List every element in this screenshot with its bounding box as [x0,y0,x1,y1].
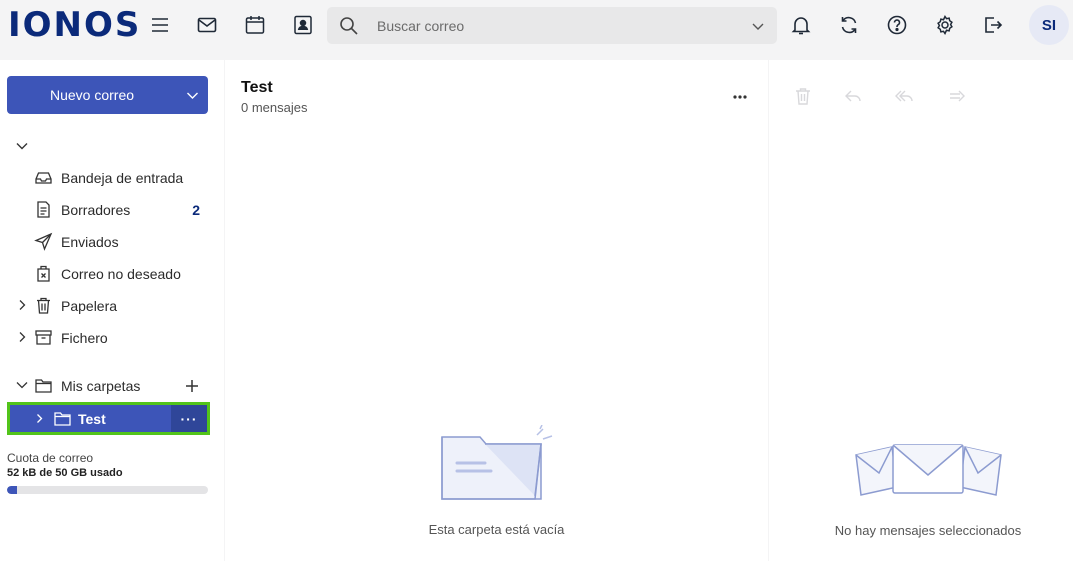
chevron-down-icon[interactable] [15,139,29,153]
reply-icon[interactable] [843,86,863,106]
quota-label: Cuota de correo [7,451,94,465]
archive-icon [34,328,53,347]
sidebar: Nuevo correo Bandeja de entrada Borrador… [0,60,224,561]
new-mail-label: Nuevo correo [49,87,135,103]
folder-title: Test [241,79,273,96]
folder-archive[interactable]: Fichero [0,324,224,352]
folder-inbox[interactable]: Bandeja de entrada [0,164,224,192]
chevron-right-icon[interactable] [34,413,45,424]
mail-icon[interactable] [196,14,218,36]
trash-icon[interactable] [793,86,813,106]
unread-count-badge: 2 [192,202,200,218]
top-bar: IONOS SI [0,0,1073,52]
quota-progress-bar [7,486,208,494]
message-count: 0 mensajes [241,100,308,115]
folder-label: Borradores [61,202,131,218]
ionos-logo[interactable]: IONOS [8,8,141,42]
folder-label: Papelera [61,298,118,314]
folder-label: Bandeja de entrada [61,170,184,186]
my-folders-label: Mis carpetas [61,378,141,394]
spam-icon [34,264,53,283]
folder-label: Enviados [61,234,119,250]
bell-icon[interactable] [790,14,812,36]
folder-drafts[interactable]: Borradores 2 [0,196,224,224]
refresh-icon[interactable] [838,14,860,36]
quota-value: 52 kB de 50 GB usado [7,467,123,479]
chevron-down-icon[interactable] [751,19,765,33]
draft-icon [34,200,53,219]
folder-label: Correo no deseado [61,266,181,282]
menu-icon[interactable] [149,14,171,36]
folder-icon [53,409,72,428]
folder-test-selected[interactable]: Test ··· [7,402,210,435]
more-options-icon[interactable] [732,94,748,100]
message-list-pane: Test 0 mensajes Esta carpeta está vacía [225,60,768,561]
logout-icon[interactable] [982,14,1004,36]
gear-icon[interactable] [934,14,956,36]
reply-all-icon[interactable] [894,86,914,106]
folder-sent[interactable]: Enviados [0,228,224,256]
chevron-down-icon[interactable] [186,89,199,102]
reading-pane: No hay mensajes seleccionados [769,60,1073,561]
folder-label: Test [78,411,106,427]
folder-icon [34,376,53,395]
empty-folder-text: Esta carpeta está vacía [428,522,565,537]
folder-more-button[interactable]: ··· [171,405,207,432]
chevron-right-icon[interactable] [16,331,28,343]
help-icon[interactable] [886,14,908,36]
chevron-down-icon[interactable] [16,379,28,391]
search-icon [340,17,358,35]
folder-label: Fichero [61,330,108,346]
chevron-right-icon[interactable] [16,299,28,311]
folder-spam[interactable]: Correo no deseado [0,260,224,288]
new-mail-button[interactable]: Nuevo correo [7,76,208,114]
no-selection-text: No hay mensajes seleccionados [834,523,1022,538]
inbox-icon [34,168,53,187]
envelopes-illustration [855,444,1002,496]
forward-icon[interactable] [947,86,967,106]
add-folder-icon[interactable] [184,378,200,394]
contacts-icon[interactable] [292,14,314,36]
search-input[interactable] [377,16,737,36]
calendar-icon[interactable] [244,14,266,36]
avatar[interactable]: SI [1029,5,1069,45]
search-bar[interactable] [327,7,777,44]
folder-trash[interactable]: Papelera [0,292,224,320]
empty-folder-illustration [441,425,553,500]
send-icon [34,232,53,251]
trash-icon [34,296,53,315]
quota-progress-fill [7,486,18,494]
